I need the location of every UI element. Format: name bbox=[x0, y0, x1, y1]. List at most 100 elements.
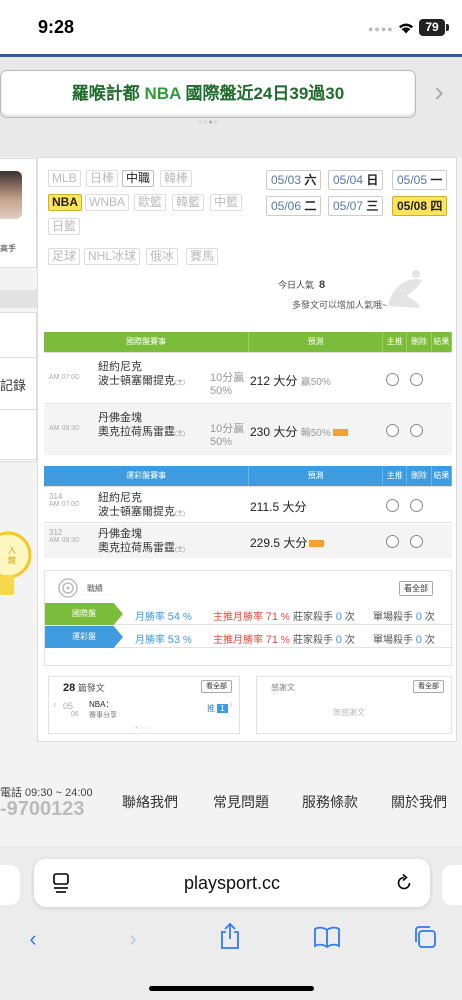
delete-radio[interactable] bbox=[410, 373, 423, 386]
share-icon[interactable] bbox=[218, 922, 242, 950]
stats-row-intl: 國際盤 月勝率 54 % 主推月勝率 71 % 莊家殺手 0 次 單場殺手 0 … bbox=[45, 603, 453, 625]
post-title[interactable]: 賽事分享 bbox=[89, 710, 117, 720]
hot-badge-icon bbox=[309, 540, 325, 548]
predictions-panel: MLB 日棒 中職 韓棒 NBA WNBA 歐籃 韓籃 中籃 日籃 足球 NHL… bbox=[37, 157, 457, 742]
delete-radio[interactable] bbox=[410, 535, 423, 548]
tag-nba[interactable]: NBA bbox=[48, 194, 82, 211]
next-tab-edge[interactable] bbox=[442, 865, 462, 905]
single-killer-label: 單場殺手 bbox=[373, 612, 413, 623]
popularity-value: 8 bbox=[319, 279, 326, 291]
address-bar[interactable]: playsport.cc bbox=[34, 859, 430, 907]
expert-banner[interactable]: 羅喉計都 NBA 國際盤近24日39過30 bbox=[0, 70, 416, 118]
expert-avatar-card[interactable]: 高手 bbox=[0, 158, 37, 268]
tag-cpbl[interactable]: 中職 bbox=[122, 170, 155, 187]
home-mark: (主) bbox=[175, 511, 185, 517]
url-text: playsport.cc bbox=[183, 873, 281, 893]
unit: 次 bbox=[424, 612, 435, 623]
prediction: 229.5 大分 bbox=[246, 534, 325, 551]
team-home: 波士頓塞爾提克 bbox=[98, 506, 175, 518]
prediction-value: 230 大分 bbox=[250, 425, 298, 439]
posts-view-all-button[interactable]: 看全部 bbox=[201, 680, 232, 693]
popularity-hint: 多發文可以增加人氣哦~ bbox=[292, 300, 388, 310]
main-rate-value: 71 bbox=[265, 634, 279, 646]
date-0506[interactable]: 05/06 二 bbox=[266, 196, 322, 216]
header-predict: 預測 bbox=[248, 332, 384, 353]
service-phone[interactable]: -9700123 bbox=[0, 798, 85, 821]
tag-soccer[interactable]: 足球 bbox=[48, 248, 81, 265]
thanks-empty: 無感謝文 bbox=[333, 708, 365, 717]
post-tag[interactable]: NBA： bbox=[89, 699, 113, 710]
team-away: 丹佛金塊 bbox=[98, 412, 142, 424]
date-wd: 二 bbox=[304, 199, 317, 213]
table-row: 312 AM 09:30 丹佛金塊 奧克拉荷馬雷霆(主) 229.5 大分 bbox=[44, 524, 452, 558]
prediction: 212 大分 贏50% bbox=[246, 372, 331, 389]
team-home: 奧克拉荷馬雷霆 bbox=[98, 426, 175, 438]
posts-count: 28 篇發文 bbox=[63, 681, 105, 694]
main-rate-label: 主推月勝率 bbox=[213, 635, 263, 646]
date-0508[interactable]: 05/08 四 bbox=[392, 196, 448, 216]
intl-table-header: 國際盤賽事 預測 主推 刪除 結果 bbox=[44, 332, 453, 353]
tag-korea-basketball[interactable]: 韓籃 bbox=[172, 194, 205, 211]
pct-sign: % bbox=[280, 612, 290, 623]
forward-icon[interactable]: › bbox=[118, 926, 148, 952]
main-pick-radio[interactable] bbox=[386, 424, 399, 437]
tag-npb[interactable]: 日棒 bbox=[86, 170, 119, 187]
posts-next-arrow-icon[interactable]: › bbox=[229, 699, 233, 711]
table-row: AM 07:00 紐約尼克 波士頓塞爾提克(主) 10分贏50% 212 大分 贏… bbox=[44, 354, 452, 404]
date-0505[interactable]: 05/05 一 bbox=[392, 170, 448, 190]
battery-icon: 79 bbox=[419, 19, 445, 36]
tag-euro-basketball[interactable]: 歐籃 bbox=[134, 194, 167, 211]
tag-kbo[interactable]: 韓棒 bbox=[160, 170, 193, 187]
banner-next-arrow-icon[interactable]: › bbox=[424, 76, 454, 110]
back-icon[interactable]: ‹ bbox=[18, 926, 48, 952]
tag-russian-hockey[interactable]: 俄冰 bbox=[146, 248, 179, 265]
main-pick-radio[interactable] bbox=[386, 535, 399, 548]
push-value: 1 bbox=[217, 704, 228, 713]
date-md: 05/04 bbox=[333, 173, 364, 187]
stats-tab-intl[interactable]: 國際盤 bbox=[45, 603, 123, 625]
tag-horse-racing[interactable]: 賽馬 bbox=[186, 248, 219, 265]
game-time: AM 09:30 bbox=[49, 537, 79, 544]
delete-radio[interactable] bbox=[410, 424, 423, 437]
posts-prev-arrow-icon[interactable]: ‹ bbox=[53, 699, 57, 711]
reload-icon[interactable] bbox=[394, 873, 414, 893]
header-result: 結果 bbox=[431, 466, 453, 487]
delete-radio[interactable] bbox=[410, 499, 423, 512]
header-main: 主推 bbox=[382, 332, 408, 353]
stats-tab-sports[interactable]: 運彩盤 bbox=[45, 626, 123, 648]
date-wd: 六 bbox=[304, 173, 317, 187]
menu-record[interactable]: 記錄 bbox=[0, 375, 26, 394]
date-0504[interactable]: 05/04 日 bbox=[328, 170, 384, 190]
post-day: 06 bbox=[71, 711, 79, 718]
tag-mlb[interactable]: MLB bbox=[48, 170, 81, 187]
main-pick-radio[interactable] bbox=[386, 499, 399, 512]
footer-about-link[interactable]: 關於我們 bbox=[391, 792, 447, 812]
stats-view-all-button[interactable]: 看全部 bbox=[399, 581, 433, 596]
date-0507[interactable]: 05/07 三 bbox=[328, 196, 384, 216]
tabs-icon[interactable] bbox=[412, 924, 438, 950]
banner-prefix: 羅喉計都 bbox=[71, 84, 145, 103]
table-row: AM 09:30 丹佛金塊 奧克拉荷馬雷霆(主) 10分贏50% 230 大分 輸… bbox=[44, 405, 452, 455]
footer-faq-link[interactable]: 常見問題 bbox=[213, 792, 269, 812]
footer-contact-link[interactable]: 聯絡我們 bbox=[122, 792, 178, 812]
prev-tab-edge[interactable] bbox=[0, 865, 20, 905]
tag-china-basketball[interactable]: 中籃 bbox=[210, 194, 243, 211]
date-picker: 05/03 六 05/04 日 05/05 一 05/06 二 05/07 三 … bbox=[262, 170, 452, 222]
bookmarks-icon[interactable] bbox=[313, 926, 341, 948]
game-time: AM 07:00 bbox=[49, 374, 79, 381]
date-0503[interactable]: 05/03 六 bbox=[266, 170, 322, 190]
tag-wnba[interactable]: WNBA bbox=[85, 194, 129, 211]
main-rate: 主推月勝率 71 % bbox=[213, 608, 290, 623]
lamp-promo[interactable]: 入 館 bbox=[0, 515, 37, 605]
tag-nhl[interactable]: NHL冰球 bbox=[84, 248, 141, 265]
tag-japan-basketball[interactable]: 日籃 bbox=[48, 218, 81, 235]
single-killer-value: 0 bbox=[415, 634, 422, 646]
thanks-view-all-button[interactable]: 看全部 bbox=[413, 680, 444, 693]
footer-terms-link[interactable]: 服務條款 bbox=[302, 792, 358, 812]
prediction-extra: 輸50% bbox=[300, 428, 331, 439]
single-killer-value: 0 bbox=[415, 611, 422, 623]
main-pick-radio[interactable] bbox=[386, 373, 399, 386]
unit: 次 bbox=[344, 612, 355, 623]
stats-row-sports: 運彩盤 月勝率 53 % 主推月勝率 71 % 莊家殺手 0 次 單場殺手 0 … bbox=[45, 626, 453, 648]
thanks-title: 感謝文 bbox=[271, 683, 295, 692]
